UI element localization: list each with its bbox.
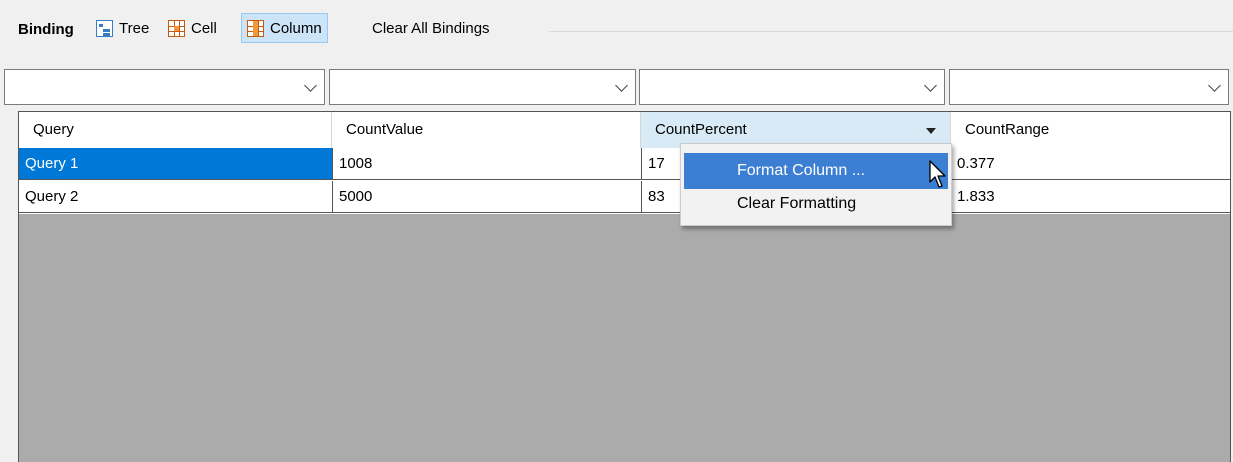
column-icon (247, 19, 264, 37)
column-header-countpercent-label: CountPercent (655, 121, 747, 138)
column-binding-button[interactable]: Column (241, 13, 328, 43)
cell-binding-label: Cell (191, 19, 217, 37)
clear-all-bindings-label: Clear All Bindings (372, 19, 490, 37)
table-cell[interactable]: 1.833 (951, 181, 1230, 213)
table-cell[interactable]: 5000 (333, 181, 642, 213)
tree-binding-button[interactable]: Tree (91, 13, 154, 43)
column-binding-label: Column (270, 19, 322, 37)
chevron-down-icon (615, 79, 628, 92)
column-filter-combo-3[interactable] (639, 69, 945, 105)
column-header-query[interactable]: Query (19, 112, 332, 148)
toolbar-divider (549, 31, 1233, 32)
tree-icon (96, 19, 113, 37)
column-filter-combo-1[interactable] (4, 69, 325, 105)
column-header-countvalue[interactable]: CountValue (332, 112, 641, 148)
binding-label: Binding (18, 21, 74, 38)
table-row: Query 2 5000 83 1.833 (19, 181, 1230, 214)
chevron-down-icon (1208, 79, 1221, 92)
dropdown-arrow-icon[interactable] (926, 128, 936, 134)
table-cell[interactable]: Query 1 (19, 148, 333, 180)
chevron-down-icon (924, 79, 937, 92)
clear-all-bindings-button[interactable]: Clear All Bindings (367, 13, 495, 43)
grid-header: Query CountValue CountPercent CountRange (19, 112, 1230, 149)
table-cell[interactable]: 1008 (333, 148, 642, 180)
cell-binding-button[interactable]: Cell (163, 13, 222, 43)
table-cell[interactable]: Query 2 (19, 181, 333, 213)
column-filter-combo-2[interactable] (329, 69, 636, 105)
chevron-down-icon (304, 79, 317, 92)
table-row: Query 1 1008 17 0.377 (19, 148, 1230, 181)
data-grid[interactable]: Query CountValue CountPercent CountRange… (18, 111, 1231, 462)
format-column-menu-item[interactable]: Format Column ... (684, 153, 948, 189)
mouse-cursor-icon (929, 160, 946, 188)
column-filter-combo-4[interactable] (949, 69, 1229, 105)
clear-formatting-menu-item[interactable]: Clear Formatting (684, 186, 948, 222)
column-context-menu: Format Column ... Clear Formatting (680, 143, 952, 226)
binding-toolbar: Binding Tree Cell Column Clear All Bindi… (14, 12, 1233, 52)
table-cell[interactable]: 0.377 (951, 148, 1230, 180)
cell-icon (168, 19, 185, 37)
tree-binding-label: Tree (119, 19, 150, 37)
column-header-countrange[interactable]: CountRange (951, 112, 1230, 148)
